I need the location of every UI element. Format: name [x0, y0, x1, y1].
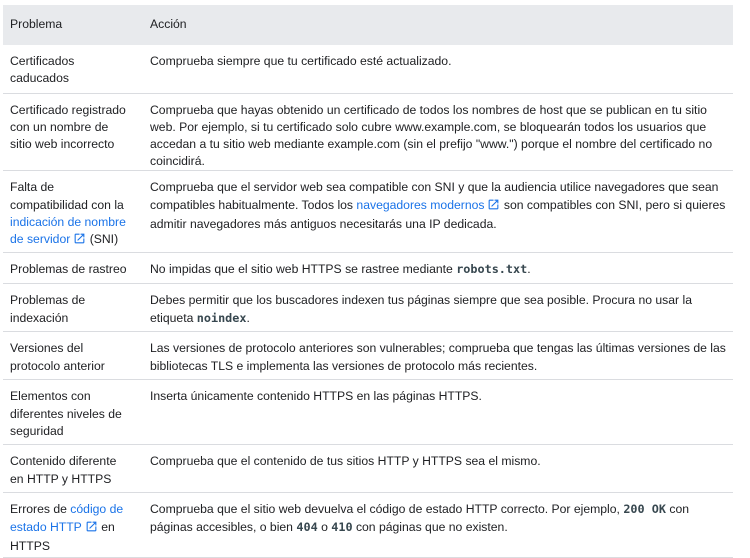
external-link-icon: [85, 520, 98, 538]
action-text: Comprueba que el sitio web devuelva el c…: [150, 502, 620, 517]
action-text-or: o: [321, 519, 328, 534]
action-cell: Las versiones de protocolo anteriores so…: [140, 331, 733, 381]
table-row: Versiones del protocolo anterior Las ver…: [3, 331, 733, 381]
table-row: Contenido diferente en HTTP y HTTPS Comp…: [3, 444, 733, 494]
problem-cell: Contenido diferente en HTTP y HTTPS: [3, 444, 140, 494]
troubleshooting-table: Problema Acción Certificados caducados C…: [3, 5, 733, 558]
modern-browsers-link[interactable]: navegadores modernos: [356, 198, 500, 212]
table-row: Certificado registrado con un nombre de …: [3, 93, 733, 172]
action-cell: Debes permitir que los buscadores indexe…: [140, 283, 733, 333]
table-row: Falta de compatibilidad con la indicació…: [3, 170, 733, 254]
external-link-icon: [487, 198, 500, 216]
problem-text: Errores de: [10, 502, 67, 517]
table-row: Problemas de rastreo No impidas que el s…: [3, 252, 733, 285]
action-text-suffix: .: [527, 262, 531, 277]
problem-cell: Errores de código de estado HTTP en HTTP…: [3, 492, 140, 558]
status-410-code: 410: [331, 519, 353, 534]
action-cell: Inserta únicamente contenido HTTPS en la…: [140, 379, 733, 446]
table-row: Elementos con diferentes niveles de segu…: [3, 379, 733, 446]
table-header-row: Problema Acción: [3, 5, 733, 45]
external-link-icon: [73, 232, 86, 250]
problem-text-suffix: (SNI): [89, 231, 119, 246]
action-cell: Comprueba que el contenido de tus sitios…: [140, 444, 733, 494]
table-row: Errores de código de estado HTTP en HTTP…: [3, 492, 733, 558]
action-cell: Comprueba que el servidor web sea compat…: [140, 170, 733, 254]
modern-browsers-link-label: navegadores modernos: [356, 197, 485, 212]
column-header-action: Acción: [140, 5, 733, 45]
problem-cell: Certificados caducados: [3, 45, 140, 94]
problem-cell: Problemas de rastreo: [3, 252, 140, 285]
action-text-suffix: con páginas que no existen.: [355, 519, 508, 534]
problem-cell: Certificado registrado con un nombre de …: [3, 93, 140, 172]
status-404-code: 404: [296, 519, 318, 534]
robots-txt-code: robots.txt: [456, 262, 528, 277]
action-cell: Comprueba siempre que tu certificado est…: [140, 45, 733, 94]
action-cell: Comprueba que el sitio web devuelva el c…: [140, 492, 733, 558]
problem-cell: Elementos con diferentes niveles de segu…: [3, 379, 140, 446]
problem-text: Falta de compatibilidad con la: [10, 180, 124, 212]
action-cell: No impidas que el sitio web HTTPS se ras…: [140, 252, 733, 285]
column-header-problem: Problema: [3, 5, 140, 45]
problem-cell: Falta de compatibilidad con la indicació…: [3, 170, 140, 254]
noindex-code: noindex: [196, 310, 247, 325]
action-text-suffix: .: [246, 310, 250, 325]
problem-cell: Versiones del protocolo anterior: [3, 331, 140, 381]
problem-cell: Problemas de indexación: [3, 283, 140, 333]
action-cell: Comprueba que hayas obtenido un certific…: [140, 93, 733, 172]
table-row: Certificados caducados Comprueba siempre…: [3, 45, 733, 94]
table-row: Problemas de indexación Debes permitir q…: [3, 283, 733, 333]
action-text: No impidas que el sitio web HTTPS se ras…: [150, 262, 453, 277]
status-200-code: 200 OK: [623, 502, 666, 517]
